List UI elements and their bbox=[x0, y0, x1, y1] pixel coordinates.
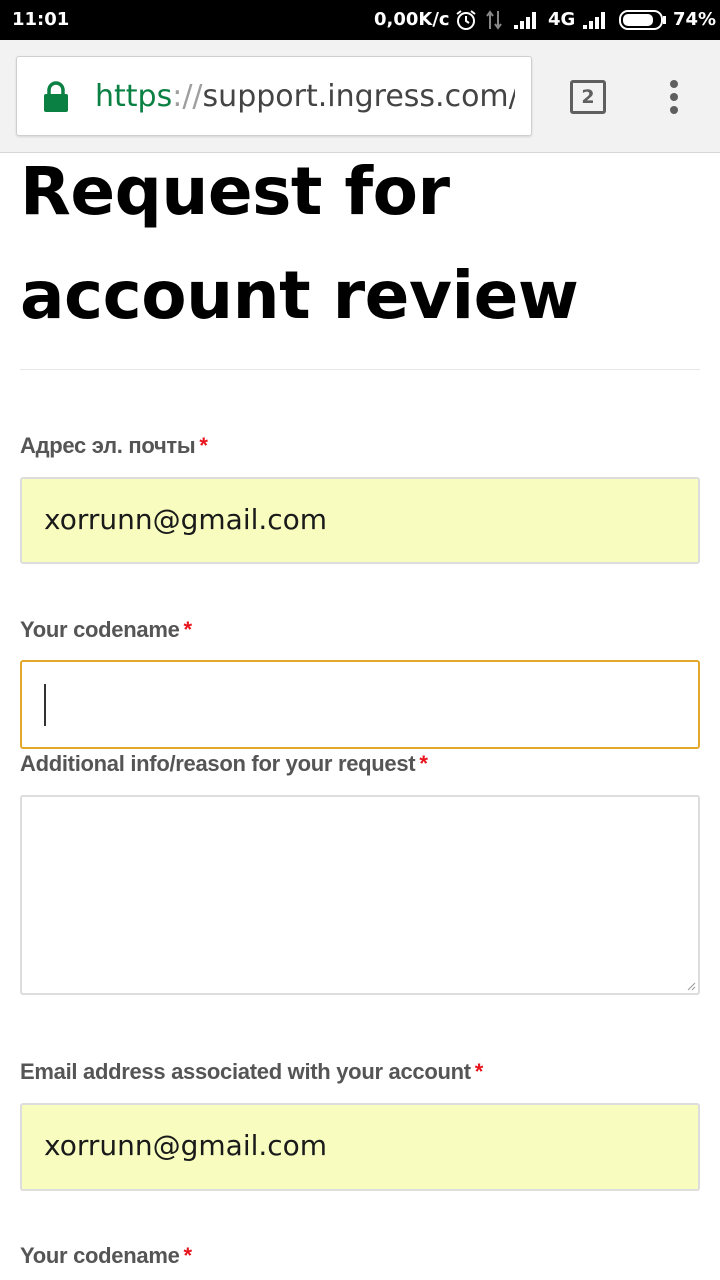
signal-strength-icon bbox=[514, 12, 536, 29]
url-text[interactable]: https://support.ingress.com/hc bbox=[95, 79, 515, 119]
network-type: 4G bbox=[548, 9, 576, 30]
additional-info-label-text: Additional info/reason for your request bbox=[20, 751, 416, 776]
codename-label-text: Your codename bbox=[20, 617, 180, 642]
codename-label: Your codename * bbox=[20, 617, 192, 643]
battery-icon bbox=[619, 10, 666, 30]
overflow-menu-icon[interactable] bbox=[664, 78, 684, 118]
url-separator: :// bbox=[172, 79, 203, 114]
account-email-label-text: Email address associated with your accou… bbox=[20, 1059, 471, 1084]
account-email-field-value: xorrunn@gmail.com bbox=[44, 1129, 328, 1162]
data-transfer-icon bbox=[486, 10, 502, 30]
tab-switcher-button[interactable]: 2 bbox=[570, 80, 606, 114]
additional-info-label: Additional info/reason for your request * bbox=[20, 751, 428, 777]
alarm-clock-icon bbox=[456, 10, 476, 30]
url-scheme: https bbox=[95, 79, 173, 114]
resize-handle-icon[interactable] bbox=[686, 981, 696, 991]
network-speed: 0,00K/c bbox=[374, 9, 450, 30]
account-email-field[interactable]: xorrunn@gmail.com bbox=[20, 1103, 700, 1191]
status-time: 11:01 bbox=[12, 9, 70, 30]
codename-input[interactable] bbox=[20, 660, 700, 749]
email-label-text: Адрес эл. почты bbox=[20, 433, 196, 458]
lock-icon bbox=[44, 81, 68, 112]
codename-label-2-text: Your codename bbox=[20, 1243, 180, 1268]
email-field-value: xorrunn@gmail.com bbox=[44, 503, 328, 536]
required-marker: * bbox=[183, 1243, 193, 1268]
url-host: support.ingress.com/hc bbox=[202, 79, 515, 114]
account-email-label: Email address associated with your accou… bbox=[20, 1059, 483, 1085]
required-marker: * bbox=[474, 1059, 484, 1084]
signal-strength-2-icon bbox=[583, 12, 605, 29]
title-divider bbox=[20, 369, 700, 370]
required-marker: * bbox=[183, 617, 193, 642]
email-label: Адрес эл. почты * bbox=[20, 433, 208, 459]
required-marker: * bbox=[199, 433, 208, 458]
required-marker: * bbox=[419, 751, 428, 776]
address-bar[interactable]: https://support.ingress.com/hc bbox=[16, 56, 532, 136]
additional-info-textarea[interactable] bbox=[20, 795, 700, 995]
codename-label-2: Your codename * bbox=[20, 1243, 192, 1269]
browser-toolbar: https://support.ingress.com/hc 2 bbox=[0, 40, 720, 153]
page-title: Request for account review bbox=[20, 153, 579, 334]
text-caret bbox=[44, 684, 46, 726]
status-bar: 11:01 0,00K/c 4G 74% bbox=[0, 0, 720, 40]
battery-percent: 74% bbox=[673, 9, 717, 30]
email-field[interactable]: xorrunn@gmail.com bbox=[20, 477, 700, 564]
